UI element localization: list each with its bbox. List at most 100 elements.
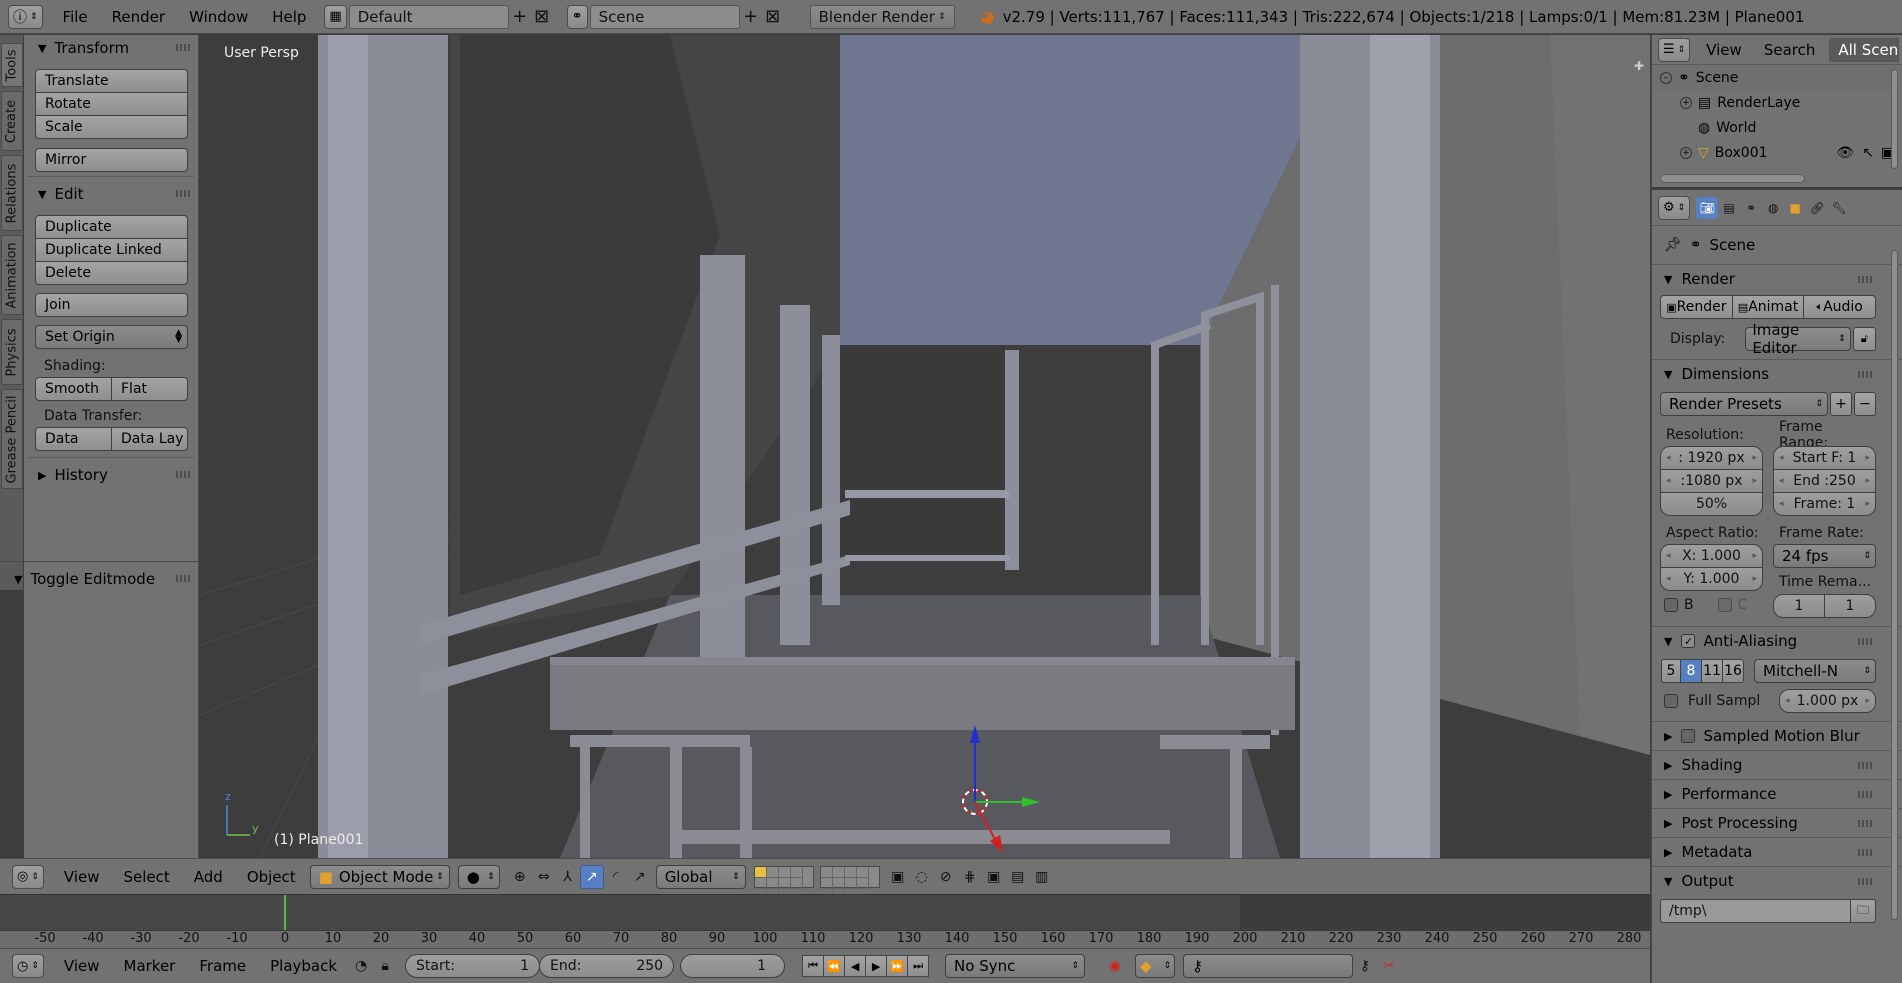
scale-manipulator-button[interactable]: ↗ — [628, 865, 652, 889]
tab-animation[interactable]: Animation — [1, 235, 23, 315]
aa-samples-5[interactable]: 5 — [1661, 659, 1681, 683]
display-mode-select[interactable]: All Scenes — [1829, 37, 1900, 62]
drag-grip-icon[interactable] — [1858, 791, 1872, 798]
render-layers-tab[interactable]: ▤ — [1718, 197, 1740, 219]
transform-orientation-select[interactable]: Global ⇕ — [655, 864, 746, 889]
vertical-scrollbar[interactable] — [1891, 250, 1898, 920]
transform-manipulator-toggle[interactable]: ⅄ — [556, 865, 580, 889]
layers-group-1[interactable] — [753, 865, 814, 900]
render-preview-button[interactable]: ▣ — [982, 865, 1006, 889]
drag-grip-icon[interactable] — [1858, 849, 1872, 856]
drag-grip-icon[interactable] — [176, 471, 190, 478]
menu-help[interactable]: Help — [272, 8, 306, 26]
add-scene-button[interactable]: + — [740, 6, 762, 28]
opengl-render-button[interactable]: ▤ — [1006, 865, 1030, 889]
snap-element-select[interactable]: ⋕ — [958, 865, 982, 889]
rotate-button[interactable]: Rotate — [35, 92, 188, 116]
outliner-row-box001[interactable]: + ▽ Box001 👁︎ ↖ ▣ — [1652, 140, 1902, 165]
full-sample-checkbox[interactable] — [1664, 694, 1678, 708]
drag-grip-icon[interactable] — [176, 190, 190, 197]
prev-keyframe-button[interactable]: ⏪ — [823, 955, 846, 977]
aa-samples-8[interactable]: 8 — [1680, 659, 1702, 683]
aa-samples-11[interactable]: 11 — [1701, 659, 1723, 683]
editor-type-button[interactable]: ◎ ⇕ — [12, 864, 44, 889]
collapse-icon[interactable]: – — [1660, 71, 1672, 84]
vertical-scrollbar[interactable] — [1891, 69, 1898, 169]
proportional-edit-button[interactable]: ◌ — [910, 865, 934, 889]
eye-icon[interactable]: 👁︎ — [1836, 145, 1854, 161]
aa-filter-select[interactable]: Mitchell-N ⇕ — [1754, 659, 1876, 683]
next-keyframe-button[interactable]: ⏩ — [886, 955, 909, 977]
render-animation-button[interactable]: ▤ Animat — [1731, 295, 1805, 319]
menu-window[interactable]: Window — [189, 8, 248, 26]
editor-type-button[interactable]: ◷ ⇕ — [12, 954, 44, 978]
add-preset-button[interactable]: + — [1830, 392, 1852, 416]
menu-view[interactable]: View — [64, 868, 100, 886]
add-layout-button[interactable]: + — [509, 6, 531, 28]
drag-grip-icon[interactable] — [176, 44, 190, 51]
drag-grip-icon[interactable] — [1858, 820, 1872, 827]
current-frame-cursor[interactable] — [284, 895, 286, 931]
browse-folder-button[interactable]: 🗀 — [1850, 899, 1876, 923]
drag-grip-icon[interactable] — [1858, 371, 1872, 378]
timeline[interactable]: -50 -40 -30 -20 -10 0 10 20 30 40 50 60 70 80 90 100 110… — [0, 894, 1650, 948]
data-transfer-button[interactable]: Data — [35, 427, 112, 451]
menu-search[interactable]: Search — [1764, 41, 1816, 59]
resolution-x-field[interactable]: : 1920 px — [1660, 446, 1763, 470]
opengl-animation-button[interactable]: ▥ — [1030, 865, 1054, 889]
manipulate-center-button[interactable]: ⇔ — [532, 865, 556, 889]
drag-grip-icon[interactable] — [1858, 276, 1872, 283]
delete-layout-button[interactable]: ⊠ — [531, 6, 553, 28]
dimensions-panel-header[interactable]: ▼ Dimensions — [1652, 360, 1902, 388]
panel-history-header[interactable]: ▶ History — [24, 462, 198, 488]
mirror-button[interactable]: Mirror — [35, 148, 188, 172]
snap-toggle-button[interactable]: ⊘ — [934, 865, 958, 889]
aspect-x-field[interactable]: X: 1.000 — [1660, 544, 1763, 568]
data-layout-button[interactable]: Data Lay — [111, 427, 188, 451]
preview-range-button[interactable]: ◔ — [349, 954, 373, 978]
crop-checkbox[interactable] — [1717, 598, 1732, 612]
rotate-manipulator-button[interactable]: ◜ — [604, 865, 628, 889]
jump-end-button[interactable]: ⏭ — [907, 955, 930, 977]
lock-interface-button[interactable]: 🔓︎ — [1852, 327, 1876, 351]
menu-playback[interactable]: Playback — [270, 957, 337, 975]
aspect-y-field[interactable]: Y: 1.000 — [1660, 567, 1763, 591]
screen-layout-field[interactable]: Default — [348, 4, 509, 29]
mode-select[interactable]: ■ Object Mode ⇕ — [309, 864, 450, 889]
timeline-ruler[interactable]: -50 -40 -30 -20 -10 0 10 20 30 40 50 60 70 80 90 100 110… — [0, 930, 1650, 948]
expand-icon[interactable]: + — [1680, 146, 1692, 159]
start-frame-field[interactable]: Start F: 1 — [1773, 446, 1876, 470]
pivot-point-button[interactable]: ⊕ — [508, 865, 532, 889]
aa-samples-16[interactable]: 16 — [1722, 659, 1744, 683]
smooth-shading-button[interactable]: Smooth — [35, 377, 112, 401]
output-path-field[interactable]: /tmp\ — [1660, 899, 1851, 923]
menu-add[interactable]: Add — [194, 868, 223, 886]
menu-frame[interactable]: Frame — [199, 957, 246, 975]
editor-type-button[interactable]: ⚙ ⇕ — [1658, 195, 1691, 220]
jump-start-button[interactable]: ⏮ — [802, 955, 825, 977]
remove-preset-button[interactable]: − — [1854, 392, 1876, 416]
end-frame-field[interactable]: End :250 — [1773, 469, 1876, 493]
sync-mode-select[interactable]: No Sync ⇕ — [945, 954, 1086, 978]
render-tab[interactable]: 📷︎ — [1696, 196, 1719, 219]
modifiers-tab[interactable]: 🔧︎ — [1828, 197, 1850, 219]
frame-rate-select[interactable]: 24 fps ⇕ — [1773, 544, 1876, 568]
resolution-y-field[interactable]: :1080 px — [1660, 469, 1763, 493]
join-button[interactable]: Join — [35, 293, 188, 317]
scene-field[interactable]: Scene — [589, 4, 740, 29]
menu-file[interactable]: File — [63, 8, 88, 26]
tab-grease-pencil[interactable]: Grease Pencil — [1, 389, 23, 489]
panel-transform-header[interactable]: ▼ Transform — [24, 35, 198, 61]
render-audio-button[interactable]: 🔈︎ Audio — [1803, 295, 1877, 319]
panel-toggle-editmode-header[interactable]: ▼ Toggle Editmode — [0, 566, 198, 592]
scale-button[interactable]: Scale — [35, 115, 188, 139]
insert-keyframe-button[interactable]: ⚷ — [1353, 954, 1377, 978]
border-checkbox[interactable] — [1664, 598, 1678, 612]
outliner-row-renderlayers[interactable]: + ▤ RenderLaye — [1652, 90, 1902, 115]
lock-layers-button[interactable]: ▣ — [886, 865, 910, 889]
delete-keyframe-button[interactable]: ✂ — [1377, 954, 1401, 978]
sampled-motion-blur-header[interactable]: ▶ Sampled Motion Blur — [1652, 722, 1902, 750]
render-image-button[interactable]: ▣ Render — [1660, 295, 1733, 319]
drag-grip-icon[interactable] — [1858, 878, 1872, 885]
motion-blur-checkbox[interactable] — [1681, 729, 1696, 743]
